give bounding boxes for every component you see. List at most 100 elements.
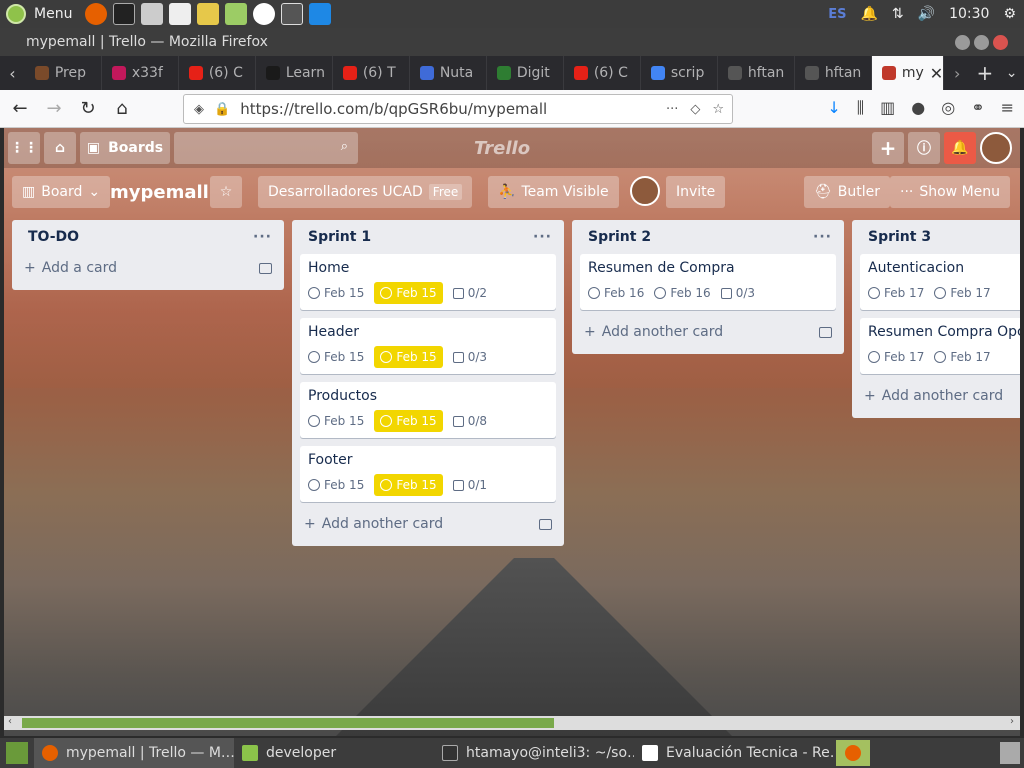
system-clock[interactable]: 10:30 — [949, 6, 989, 22]
screen-launcher-icon[interactable] — [225, 3, 248, 25]
scrollbar-thumb[interactable] — [22, 718, 554, 728]
board-view-switcher[interactable]: ▥ Board ⌄ — [12, 176, 111, 208]
back-button[interactable]: ← — [6, 95, 34, 123]
list-menu-icon[interactable]: ··· — [533, 229, 552, 245]
downloads-icon[interactable]: ↓ — [827, 98, 840, 118]
hamburger-menu-icon[interactable]: ≡ — [1001, 98, 1014, 118]
browser-tab[interactable]: (6) T — [333, 56, 410, 90]
card-resumen-compra[interactable]: Resumen de Compra Feb 16 Feb 16 0/3 — [580, 254, 836, 310]
board-name[interactable]: mypemall — [100, 176, 219, 208]
tracking-shield-icon[interactable]: ◈ — [194, 102, 204, 117]
browser-tab[interactable]: (6) C — [179, 56, 256, 90]
taskbar-item-terminal[interactable]: htamayo@inteli3: ~/so… — [434, 738, 634, 768]
taskbar-firefox-pinned-icon[interactable] — [836, 740, 870, 766]
info-icon[interactable]: ⓘ — [908, 132, 940, 164]
folder-launcher-icon[interactable] — [197, 3, 220, 25]
eyes-launcher-icon[interactable] — [253, 3, 276, 25]
taskbar-item-firefox[interactable]: mypemall | Trello — M… — [34, 738, 234, 768]
browser-tab[interactable]: Digit — [487, 56, 564, 90]
firefox-launcher-icon[interactable] — [85, 3, 108, 25]
list-menu-icon[interactable]: ··· — [253, 229, 272, 245]
card-autenticacion[interactable]: Autenticacion Feb 17 Feb 17 — [860, 254, 1020, 310]
card-resumen-compra-opcional[interactable]: Resumen Compra Opcio Feb 17 Feb 17 — [860, 318, 1020, 374]
due-date-badge[interactable]: Feb 15 — [374, 474, 443, 496]
due-date-badge[interactable]: Feb 16 — [654, 282, 711, 304]
apps-grid-icon[interactable]: ⋮⋮ — [8, 132, 40, 164]
card-template-icon[interactable] — [539, 518, 552, 530]
invite-button[interactable]: Invite — [666, 176, 726, 208]
extension-3-icon[interactable]: ⚭ — [971, 98, 984, 118]
archive-launcher-icon[interactable] — [141, 3, 164, 25]
url-bar[interactable]: ◈ 🔒 https://trello.com/b/qpGSR6bu/mypema… — [183, 94, 733, 124]
show-menu-button[interactable]: ··· Show Menu — [890, 176, 1011, 208]
vscode-launcher-icon[interactable] — [309, 3, 332, 25]
list-title[interactable]: Sprint 1 — [308, 229, 371, 245]
system-menu-button[interactable]: Menu — [0, 0, 82, 28]
monitor-launcher-icon[interactable] — [281, 3, 304, 25]
browser-tab[interactable]: Learn — [256, 56, 333, 90]
reload-button[interactable]: ↻ — [74, 95, 102, 123]
scroll-left-arrow-icon[interactable]: ‹ — [8, 716, 12, 727]
browser-tab[interactable]: hftan — [718, 56, 795, 90]
browser-tab[interactable]: scrip — [641, 56, 718, 90]
member-avatar[interactable] — [630, 176, 660, 206]
list-header[interactable]: Sprint 1 ··· — [300, 220, 556, 254]
home-button[interactable]: ⌂ — [108, 95, 136, 123]
due-date-badge[interactable]: Feb 15 — [374, 346, 443, 368]
taskbar-item-developer[interactable]: developer — [234, 738, 434, 768]
list-header[interactable]: Sprint 2 ··· — [580, 220, 836, 254]
lock-icon[interactable]: 🔒 — [214, 102, 230, 117]
user-avatar[interactable] — [980, 132, 1012, 164]
network-icon[interactable]: ⇅ — [892, 6, 904, 22]
add-card-button[interactable]: + Add a card — [20, 254, 276, 282]
star-board-icon[interactable]: ☆ — [210, 176, 242, 208]
board-horizontal-scrollbar[interactable]: ‹ › — [4, 716, 1020, 730]
list-all-tabs-icon[interactable]: ⌄ — [999, 65, 1024, 81]
url-text[interactable]: https://trello.com/b/qpGSR6bu/mypemall — [240, 100, 547, 118]
taskbar-item-document[interactable]: Evaluación Tecnica - Re… — [634, 738, 834, 768]
browser-tab[interactable]: my ✕ — [871, 56, 944, 90]
terminal-launcher-icon[interactable] — [113, 3, 136, 25]
browser-tab[interactable]: x33f — [102, 56, 179, 90]
new-tab-button[interactable]: + — [971, 61, 1000, 85]
butler-button[interactable]: ⛑ Butler — [804, 176, 891, 208]
extension-icon[interactable]: ● — [911, 98, 925, 118]
scroll-right-arrow-icon[interactable]: › — [1010, 716, 1014, 727]
create-button[interactable]: + — [872, 132, 904, 164]
browser-tab[interactable]: Prep — [25, 56, 102, 90]
tab-scroll-right-icon[interactable]: › — [944, 64, 971, 83]
card-header[interactable]: Header Feb 15 Feb 15 0/3 — [300, 318, 556, 374]
trash-icon[interactable] — [1000, 742, 1020, 764]
close-tab-icon[interactable]: ✕ — [930, 64, 943, 83]
list-header[interactable]: TO-DO ··· — [20, 220, 276, 254]
text-editor-launcher-icon[interactable] — [169, 3, 192, 25]
home-icon[interactable]: ⌂ — [44, 132, 76, 164]
list-title[interactable]: Sprint 3 — [868, 229, 931, 245]
notifications-bell-icon[interactable]: 🔔 — [944, 132, 976, 164]
card-template-icon[interactable] — [259, 262, 272, 274]
card-footer[interactable]: Footer Feb 15 Feb 15 0/1 — [300, 446, 556, 502]
add-card-button[interactable]: + Add another card — [580, 318, 836, 346]
list-title[interactable]: TO-DO — [28, 229, 79, 245]
page-actions-icon[interactable]: ··· — [666, 102, 678, 117]
browser-tab[interactable]: hftan — [795, 56, 872, 90]
visibility-button[interactable]: ⛹ Team Visible — [488, 176, 619, 208]
minimize-window-button[interactable] — [955, 35, 970, 50]
pocket-icon[interactable]: ◇ — [690, 102, 700, 117]
trello-logo[interactable]: Trello — [474, 138, 530, 159]
browser-tab[interactable]: (6) C — [564, 56, 641, 90]
bookmark-star-icon[interactable]: ☆ — [712, 102, 724, 117]
board-search-input[interactable]: ⌕ — [174, 132, 358, 164]
tab-scroll-left-icon[interactable]: ‹ — [0, 64, 25, 83]
extension-2-icon[interactable]: ◎ — [941, 98, 955, 118]
settings-gear-icon[interactable]: ⚙ — [1003, 6, 1016, 22]
sidebar-icon[interactable]: ▥ — [880, 98, 895, 118]
close-window-button[interactable] — [993, 35, 1008, 50]
card-productos[interactable]: Productos Feb 15 Feb 15 0/8 — [300, 382, 556, 438]
add-card-button[interactable]: + Add another card — [300, 510, 556, 538]
due-date-badge[interactable]: Feb 17 — [934, 282, 991, 304]
card-home[interactable]: Home Feb 15 Feb 15 0/2 — [300, 254, 556, 310]
team-button[interactable]: Desarrolladores UCAD Free — [258, 176, 473, 208]
forward-button[interactable]: → — [40, 95, 68, 123]
browser-tab[interactable]: Nuta — [410, 56, 487, 90]
